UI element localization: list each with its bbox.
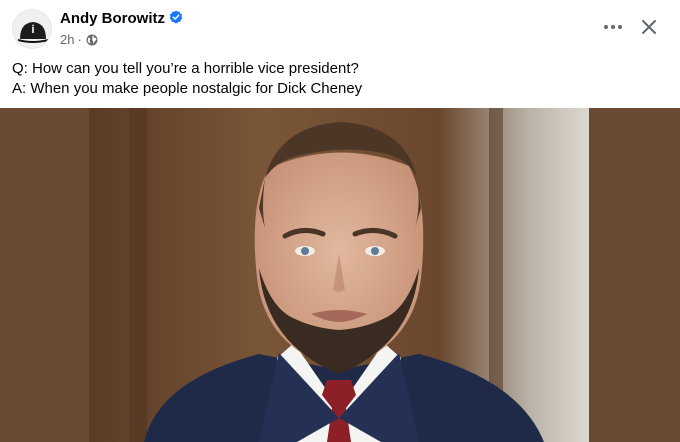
author-name-row: Andy Borowitz — [60, 10, 183, 27]
more-horizontal-icon — [604, 25, 622, 29]
meta-separator: · — [77, 32, 82, 47]
post-photo[interactable] — [89, 108, 589, 442]
globe-icon[interactable] — [86, 34, 98, 46]
post-photo-container[interactable] — [0, 108, 680, 442]
close-icon — [642, 20, 656, 34]
author-avatar[interactable] — [12, 9, 52, 49]
close-button[interactable] — [634, 12, 664, 42]
more-options-button[interactable] — [598, 12, 628, 42]
facebook-post: Andy Borowitz 2h · Q: How can you tell y… — [0, 0, 680, 442]
post-header: Andy Borowitz 2h · — [0, 0, 680, 56]
post-text-line: A: When you make people nostalgic for Di… — [12, 80, 363, 97]
post-text: Q: How can you tell you’re a horrible vi… — [12, 59, 668, 99]
author-name[interactable]: Andy Borowitz — [60, 10, 165, 27]
post-meta: 2h · — [60, 32, 98, 47]
post-text-line: Q: How can you tell you’re a horrible vi… — [12, 60, 359, 77]
avatar-cap-image — [13, 10, 51, 48]
verified-badge-icon — [169, 10, 183, 24]
post-timestamp[interactable]: 2h — [60, 32, 74, 47]
